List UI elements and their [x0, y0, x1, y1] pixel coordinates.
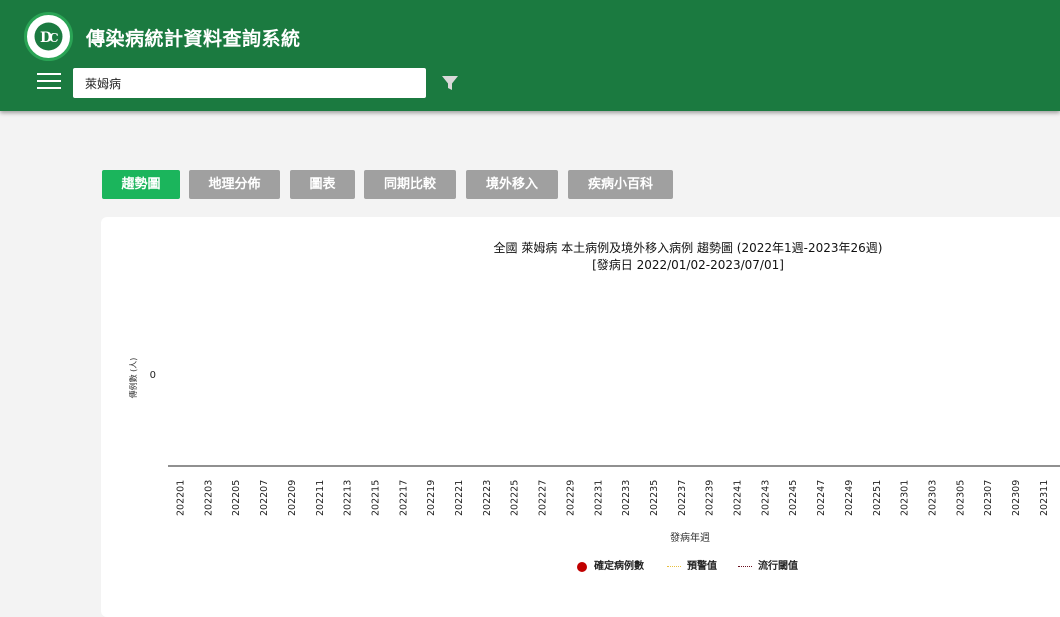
- x-tick-label: 202251: [872, 480, 883, 516]
- x-tick-label: 202301: [900, 480, 911, 516]
- x-tick-label: 202245: [788, 480, 799, 516]
- x-tick-label: 202201: [176, 480, 187, 516]
- x-tick-label: 202309: [1011, 480, 1022, 516]
- x-tick-label: 202233: [621, 480, 632, 516]
- x-tick-label: 202307: [983, 480, 994, 516]
- x-tick-label: 202225: [510, 480, 521, 516]
- x-tick-label: 202239: [705, 480, 716, 516]
- x-tick-label: 202235: [649, 480, 660, 516]
- x-tick-label: 202305: [955, 480, 966, 516]
- x-tick-label: 202209: [287, 480, 298, 516]
- legend-item-epidemic[interactable]: 流行閾值: [738, 560, 798, 574]
- x-tick-label: 202203: [203, 480, 214, 516]
- trend-chart: 202201 202203 202205 202207 202209 202211 2022…: [168, 465, 1060, 516]
- x-tick-label: 202227: [538, 480, 549, 516]
- x-tick-label: 202215: [370, 480, 381, 516]
- x-tick-label: 202217: [398, 480, 409, 516]
- x-tick-label: 202243: [760, 480, 771, 516]
- x-tick-label: 202247: [816, 480, 827, 516]
- legend-label-alert: 預警值: [687, 561, 717, 572]
- x-tick-label: 202213: [343, 480, 354, 516]
- x-tick-label: 202221: [454, 480, 465, 516]
- x-tick-label: 202229: [565, 480, 576, 516]
- x-tick-label: 202223: [482, 480, 493, 516]
- legend-marker-alert: [667, 566, 681, 567]
- x-tick-label: 202207: [259, 480, 270, 516]
- x-tick-label: 202249: [844, 480, 855, 516]
- legend-marker-confirmed: [577, 562, 587, 572]
- x-tick-label: 202219: [426, 480, 437, 516]
- x-tick-label: 202211: [315, 480, 326, 516]
- legend-label-confirmed: 確定病例數: [594, 561, 644, 572]
- legend-item-confirmed[interactable]: 確定病例數: [577, 560, 644, 574]
- x-tick-label: 202205: [231, 480, 242, 516]
- legend-marker-epidemic: [738, 566, 752, 567]
- x-tick-label: 202237: [677, 480, 688, 516]
- x-tick-label: 202241: [733, 480, 744, 516]
- x-axis-label: 發病年週: [670, 533, 710, 544]
- legend-item-alert[interactable]: 預警值: [667, 560, 717, 574]
- x-tick-label: 202303: [927, 480, 938, 516]
- x-tick-label: 202311: [1039, 480, 1050, 516]
- legend-label-epidemic: 流行閾值: [758, 561, 798, 572]
- x-tick-label: 202231: [593, 480, 604, 516]
